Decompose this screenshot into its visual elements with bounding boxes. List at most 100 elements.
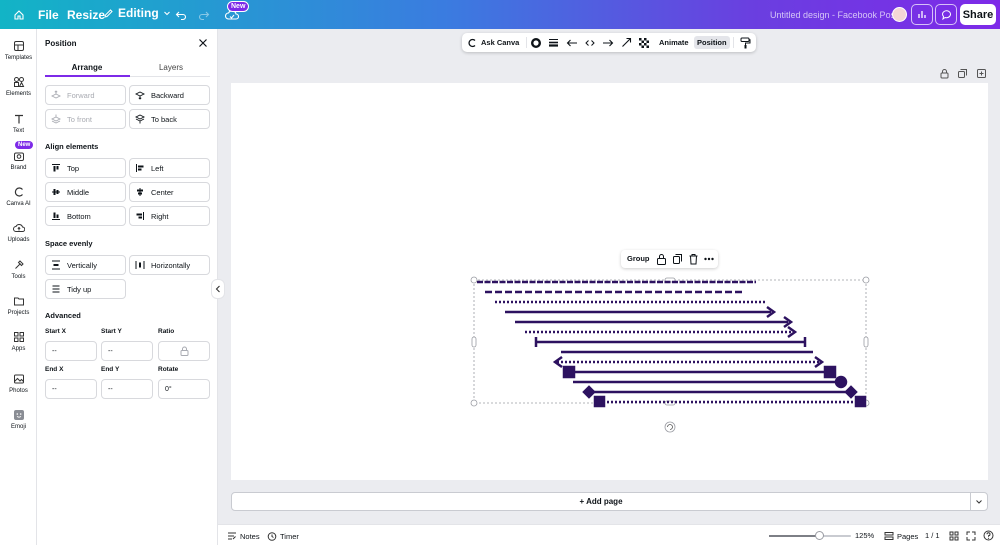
design-title[interactable]: Untitled design - Facebook Post: [770, 10, 898, 20]
rail-item-text[interactable]: Text: [0, 113, 37, 134]
avatar[interactable]: [892, 7, 907, 22]
rail-item-emoji[interactable]: Emoji: [0, 409, 37, 430]
selection-floating-bar: Group: [621, 250, 718, 268]
align-center-label: Center: [151, 187, 174, 197]
align-top-button[interactable]: Top: [45, 158, 126, 178]
line-color-button[interactable]: [530, 36, 542, 49]
context-toolbar: Ask Canva Animate Position: [462, 33, 756, 52]
collapse-panel-button[interactable]: [211, 279, 225, 299]
line-type-button[interactable]: [621, 36, 632, 49]
rail-item-brand[interactable]: Brand: [0, 150, 37, 171]
space-vertically-button[interactable]: Vertically: [45, 255, 126, 275]
zoom-slider-fill: [769, 535, 820, 537]
trash-icon[interactable]: [688, 253, 699, 265]
rail-item-photos[interactable]: Photos: [0, 373, 37, 394]
animate-button[interactable]: Animate: [659, 36, 689, 49]
divider: [733, 37, 734, 48]
help-icon[interactable]: [983, 530, 994, 541]
timer-label: Timer: [280, 531, 299, 541]
align-center-button[interactable]: Center: [129, 182, 210, 202]
rail-label: Photos: [9, 388, 28, 394]
add-page-dropdown[interactable]: [970, 492, 988, 511]
tab-layers[interactable]: Layers: [129, 63, 213, 72]
undo-icon[interactable]: [173, 7, 189, 23]
space-horizontally-button[interactable]: Horizontally: [129, 255, 210, 275]
start-x-input[interactable]: --: [45, 341, 97, 361]
insights-button[interactable]: [911, 4, 933, 25]
line-start-button[interactable]: [566, 36, 578, 49]
transparency-button[interactable]: [639, 36, 649, 49]
timer-button[interactable]: Timer: [267, 531, 299, 541]
line-weight-button[interactable]: [548, 36, 559, 49]
add-page-button[interactable]: + Add page: [231, 492, 971, 511]
fullscreen-icon[interactable]: [966, 531, 976, 541]
rail-item-templates[interactable]: Templates: [0, 40, 37, 61]
zoom-level[interactable]: 125%: [855, 531, 874, 540]
comments-button[interactable]: [935, 4, 957, 25]
editing-mode-menu[interactable]: Editing: [103, 6, 171, 20]
tidy-up-button[interactable]: Tidy up: [45, 279, 126, 299]
close-icon[interactable]: [198, 38, 208, 48]
duplicate-icon[interactable]: [672, 253, 683, 265]
design-canvas[interactable]: [231, 83, 988, 480]
align-left-button[interactable]: Left: [129, 158, 210, 178]
share-button[interactable]: Share: [960, 4, 996, 25]
to-back-button[interactable]: To back: [129, 109, 210, 129]
ask-canva-button[interactable]: Ask Canva: [467, 36, 519, 49]
rail-item-uploads[interactable]: Uploads: [0, 222, 37, 243]
zoom-slider-handle[interactable]: [815, 531, 825, 540]
rail-item-elements[interactable]: Elements: [0, 76, 37, 97]
grid-view-icon[interactable]: [949, 531, 959, 541]
backward-button[interactable]: Backward: [129, 85, 210, 105]
brand-icon: [13, 152, 24, 161]
rail-label: Emoji: [10, 424, 26, 430]
forward-button[interactable]: Forward: [45, 85, 126, 105]
square-end-10b: [823, 365, 837, 379]
lines-artwork[interactable]: [231, 83, 988, 480]
pencil-icon: [104, 8, 113, 18]
resize-menu[interactable]: Resize: [67, 8, 105, 22]
arrow-right-icon: [603, 39, 614, 46]
file-menu[interactable]: File: [38, 8, 59, 22]
ratio-lock-button[interactable]: [158, 341, 210, 361]
notes-button[interactable]: Notes: [227, 531, 260, 541]
end-x-input[interactable]: --: [45, 379, 97, 399]
canva-ai-icon: [14, 187, 23, 197]
position-button[interactable]: Position: [694, 36, 730, 49]
emoji-icon: [13, 410, 24, 420]
duplicate-page-icon[interactable]: [957, 68, 968, 79]
position-panel: Position Arrange Layers Forward Backward…: [37, 29, 218, 545]
home-icon[interactable]: [11, 7, 27, 23]
tab-arrange[interactable]: Arrange: [45, 63, 129, 72]
end-y-input[interactable]: --: [101, 379, 153, 399]
group-button[interactable]: Group: [627, 254, 650, 263]
add-page-icon[interactable]: [976, 68, 987, 79]
start-y-input[interactable]: --: [101, 341, 153, 361]
align-middle-button[interactable]: Middle: [45, 182, 126, 202]
space-horizontally-label: Horizontally: [151, 260, 191, 270]
more-icon[interactable]: [704, 257, 714, 261]
copy-style-button[interactable]: [740, 36, 751, 49]
align-right-button[interactable]: Right: [129, 206, 210, 226]
rail-item-tools[interactable]: Tools: [0, 259, 37, 280]
align-right-label: Right: [151, 211, 169, 221]
templates-icon: [13, 41, 24, 51]
line-end-button[interactable]: [602, 36, 614, 49]
timer-icon: [267, 532, 277, 541]
align-bottom-button[interactable]: Bottom: [45, 206, 126, 226]
rail-item-projects[interactable]: Projects: [0, 295, 37, 316]
rail-item-apps[interactable]: Apps: [0, 331, 37, 352]
rotate-input[interactable]: 0°: [158, 379, 210, 399]
rail-item-canva-ai[interactable]: Canva AI: [0, 186, 37, 207]
to-front-button[interactable]: To front: [45, 109, 126, 129]
lock-icon[interactable]: [939, 68, 950, 79]
zoom-slider[interactable]: [769, 535, 851, 537]
forward-label: Forward: [67, 90, 95, 100]
uploads-icon: [12, 224, 25, 232]
panel-title: Position: [45, 39, 77, 48]
notes-icon: [228, 532, 236, 540]
pages-button[interactable]: Pages: [884, 531, 918, 541]
lock-icon[interactable]: [656, 253, 667, 265]
line-style-button[interactable]: [585, 36, 595, 49]
redo-icon[interactable]: [196, 7, 212, 23]
